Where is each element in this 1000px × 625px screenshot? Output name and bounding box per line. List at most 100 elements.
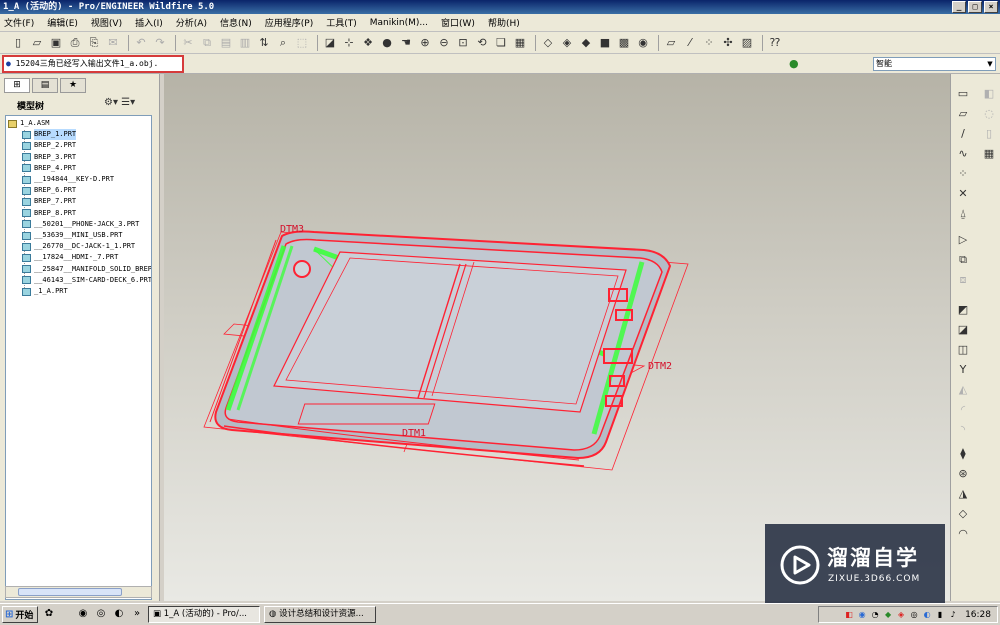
tree-item-part[interactable]: BREP_6.PRT xyxy=(22,185,76,196)
tray-ime-icon[interactable]: ◎ xyxy=(909,610,919,620)
copy-icon[interactable]: ⧉ xyxy=(199,35,215,51)
scene-icon[interactable]: ◉ xyxy=(635,35,651,51)
component-tool-icon[interactable]: ▷ xyxy=(955,232,971,248)
analysis-tool-icon[interactable]: ▦ xyxy=(981,146,997,162)
tree-item-part[interactable]: BREP_4.PRT xyxy=(22,163,76,174)
zoom-in-icon[interactable]: ⊕ xyxy=(417,35,433,51)
datum-axis-tool-icon[interactable]: ◧ xyxy=(981,86,997,102)
datum-axes-icon[interactable]: ⁄ xyxy=(682,35,698,51)
maximize-button[interactable]: □ xyxy=(968,1,982,13)
trim-tool-icon[interactable]: ◇ xyxy=(955,506,971,522)
repaint-icon[interactable]: ◪ xyxy=(322,35,338,51)
hole-tool-icon[interactable]: Y xyxy=(955,362,971,378)
horizontal-scrollbar[interactable] xyxy=(5,586,152,598)
tree-item-part[interactable]: BREP_7.PRT xyxy=(22,196,76,207)
layers-icon[interactable]: ▦ xyxy=(512,35,528,51)
menu-applications[interactable]: 应用程序(P) xyxy=(265,16,313,29)
datum-plane-tool-icon[interactable]: ▭ xyxy=(955,86,971,102)
style-tool-icon[interactable]: ◠ xyxy=(955,526,971,542)
model-viewport[interactable]: DTM3 DTM2 DTM1 xyxy=(164,74,950,601)
pattern-tool-icon[interactable]: ⊛ xyxy=(955,466,971,482)
coordinate-system-icon[interactable]: ✕ xyxy=(955,186,971,202)
plane-tool-icon[interactable]: ▱ xyxy=(955,106,971,122)
tree-item-part[interactable]: _1_A.PRT xyxy=(22,286,68,297)
email-icon[interactable]: ✉ xyxy=(105,35,121,51)
assemble-tool-icon[interactable]: ⧉ xyxy=(955,252,971,268)
tab-model-tree[interactable]: ⊞ xyxy=(4,78,30,93)
sweep-tool-icon[interactable]: ◫ xyxy=(955,342,971,358)
taskbar-item-document[interactable]: ◍ 设计总结和设计资源... xyxy=(264,606,376,623)
tree-item-part[interactable]: __46143__SIM-CARD-DECK_6.PRT xyxy=(22,275,151,286)
tree-item-part[interactable]: __194844__KEY-D.PRT xyxy=(22,174,114,185)
tray-speaker-icon[interactable]: ♪ xyxy=(948,610,958,620)
menu-insert[interactable]: 插入(I) xyxy=(135,16,163,29)
coordinate-systems-icon[interactable]: ✣ xyxy=(720,35,736,51)
redo-icon[interactable]: ↷ xyxy=(152,35,168,51)
tree-item-part[interactable]: BREP_8.PRT xyxy=(22,208,76,219)
menu-file[interactable]: 文件(F) xyxy=(4,16,34,29)
select-box-icon[interactable]: ⬚ xyxy=(294,35,310,51)
enhanced-realism-icon[interactable]: ▩ xyxy=(616,35,632,51)
menu-help[interactable]: 帮助(H) xyxy=(488,16,520,29)
print-preview-icon[interactable]: ⎘ xyxy=(86,35,102,51)
tree-item-part[interactable]: __17824__HDMI-_7.PRT xyxy=(22,252,118,263)
tray-security-icon[interactable]: ◐ xyxy=(922,610,932,620)
tree-item-part[interactable]: __26770__DC-JACK-1_1.PRT xyxy=(22,241,135,252)
quicklaunch-more-icon[interactable]: » xyxy=(130,608,144,622)
datum-label-dtm2[interactable]: DTM2 xyxy=(648,361,672,372)
mirror-tool-icon[interactable]: ⧫ xyxy=(955,446,971,462)
pan-hand-icon[interactable]: ☚ xyxy=(398,35,414,51)
tree-settings-icon[interactable]: ⚙▾ xyxy=(104,97,118,108)
tray-antivirus-icon[interactable]: ◉ xyxy=(857,610,867,620)
spin-center-icon[interactable]: ⊹ xyxy=(341,35,357,51)
chevron-down-icon[interactable]: ▼ xyxy=(985,58,995,70)
graphics-window[interactable]: DTM3 DTM2 DTM1 xyxy=(164,74,950,601)
cut-icon[interactable]: ✂ xyxy=(180,35,196,51)
tree-filter-icon[interactable]: ☰▾ xyxy=(121,97,135,108)
assembly-model[interactable] xyxy=(209,230,672,467)
menu-analysis[interactable]: 分析(A) xyxy=(176,16,207,29)
analysis-feature-icon[interactable]: ⍙ xyxy=(955,206,971,222)
tree-item-part[interactable]: __25847__MANIFOLD_SOLID_BREP xyxy=(22,264,151,275)
create-component-icon[interactable]: ⧈ xyxy=(955,272,971,288)
scrollbar-thumb[interactable] xyxy=(18,588,122,596)
round-tool-icon[interactable]: ◜ xyxy=(955,402,971,418)
reorient-icon[interactable]: ⟲ xyxy=(474,35,490,51)
quicklaunch-app-icon[interactable]: ✿ xyxy=(42,608,56,622)
menu-manikin[interactable]: Manikin(M)... xyxy=(370,18,428,28)
undo-icon[interactable]: ↶ xyxy=(133,35,149,51)
tree-item-part[interactable]: __50201__PHONE-JACK_3.PRT xyxy=(22,219,139,230)
orient-mode-icon[interactable]: ❖ xyxy=(360,35,376,51)
menu-edit[interactable]: 编辑(E) xyxy=(47,16,78,29)
extrude-tool-icon[interactable]: ◩ xyxy=(955,302,971,318)
taskbar-item-proe[interactable]: ▣ 1_A (活动的) - Pro/... xyxy=(148,606,260,623)
minimize-button[interactable]: _ xyxy=(952,1,966,13)
shell-tool-icon[interactable]: ◭ xyxy=(955,382,971,398)
hidden-line-icon[interactable]: ◈ xyxy=(559,35,575,51)
datum-point-icon[interactable]: ⁘ xyxy=(955,166,971,182)
open-folder-icon[interactable]: ▱ xyxy=(29,35,45,51)
menu-window[interactable]: 窗口(W) xyxy=(441,16,475,29)
refit-icon[interactable]: ⊡ xyxy=(455,35,471,51)
tree-item-part[interactable]: BREP_3.PRT xyxy=(22,152,76,163)
chamfer-tool-icon[interactable]: ◝ xyxy=(955,422,971,438)
tree-item-assembly[interactable]: 1_A.ASM xyxy=(8,118,50,129)
datum-curve-icon[interactable]: ∿ xyxy=(955,146,971,162)
paste-special-icon[interactable]: ▥ xyxy=(237,35,253,51)
menu-info[interactable]: 信息(N) xyxy=(220,16,252,29)
annotations-icon[interactable]: ▨ xyxy=(739,35,755,51)
quicklaunch-media-icon[interactable]: ◐ xyxy=(112,608,126,622)
curve-tool-icon[interactable]: ◌ xyxy=(981,106,997,122)
shading-icon[interactable]: ■ xyxy=(597,35,613,51)
close-button[interactable]: × xyxy=(984,1,998,13)
save-icon[interactable]: ▣ xyxy=(48,35,64,51)
tree-item-part[interactable]: BREP_1.PRT xyxy=(22,129,77,141)
tree-item-part[interactable]: BREP_2.PRT xyxy=(22,140,76,151)
tray-network-icon[interactable]: ◧ xyxy=(844,610,854,620)
tray-update-icon[interactable]: ◈ xyxy=(896,610,906,620)
menu-view[interactable]: 视图(V) xyxy=(91,16,122,29)
quicklaunch-browser-icon[interactable]: ◉ xyxy=(76,608,90,622)
new-file-icon[interactable]: ▯ xyxy=(10,35,26,51)
axis-tool-icon[interactable]: / xyxy=(955,126,971,142)
tree-item-part[interactable]: __53639__MINI_USB.PRT xyxy=(22,230,123,241)
